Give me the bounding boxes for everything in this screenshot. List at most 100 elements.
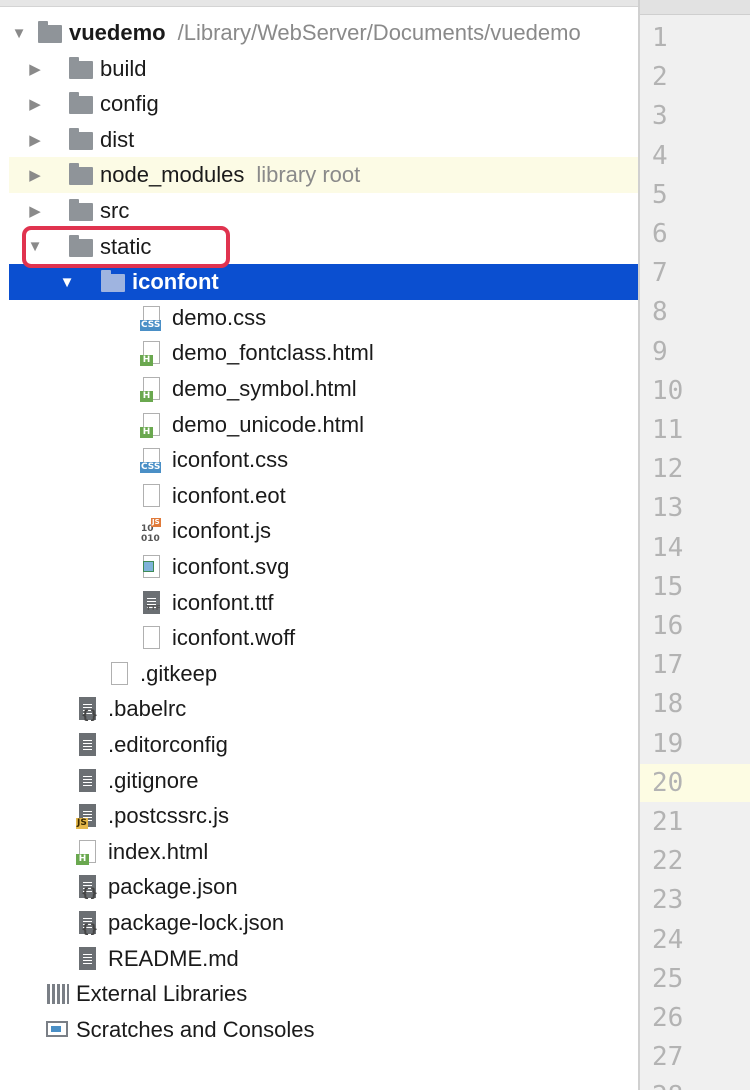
tree-item-label: static: [100, 233, 152, 259]
scratches-icon: [44, 1017, 70, 1043]
folder-icon: [68, 234, 94, 260]
js-binary-file-icon: 10 010 JS: [141, 518, 161, 545]
tree-item-label: demo.css: [172, 304, 267, 330]
tree-item-label: iconfont: [132, 269, 219, 295]
tree-item-label: package.json: [108, 874, 238, 900]
line-number: 14: [652, 532, 684, 563]
tree-root-vuedemo[interactable]: ▼ vuedemo /Library/WebServer/Documents/v…: [9, 15, 638, 51]
tree-item-note: library root: [256, 162, 361, 188]
tree-item[interactable]: README.md: [9, 941, 638, 977]
project-path: /Library/WebServer/Documents/vuedemo: [177, 20, 581, 45]
folder-icon: [100, 269, 126, 295]
tree-item[interactable]: Hdemo_fontclass.html: [9, 335, 638, 371]
tree-item[interactable]: .editorconfig: [9, 727, 638, 763]
tree-item[interactable]: {} package.json: [9, 869, 638, 905]
tree-item[interactable]: ▶ src: [9, 193, 638, 229]
tree-item-label: index.html: [108, 838, 209, 864]
tree-item[interactable]: CSS demo.css: [9, 300, 638, 336]
text-file-icon: [76, 768, 102, 794]
text-file-icon: [76, 946, 102, 972]
line-number: 13: [652, 493, 684, 524]
line-number: 11: [652, 415, 684, 445]
tree-item[interactable]: iconfont.svg: [9, 549, 638, 585]
tree-item[interactable]: External Libraries: [9, 976, 638, 1012]
expand-arrow-icon[interactable]: ▼: [57, 274, 77, 291]
tree-item-label: iconfont.css: [172, 447, 289, 473]
tree-item-label: External Libraries: [76, 981, 248, 1007]
tree-item-label: .editorconfig: [108, 732, 228, 757]
line-number: 7: [652, 258, 668, 289]
tree-item[interactable]: ▶ config: [9, 86, 638, 122]
tree-item-label: .gitkeep: [140, 660, 218, 686]
tree-item-label: .postcssrc.js: [108, 803, 230, 829]
json-file-icon: {}: [76, 910, 102, 936]
tree-item-label: iconfont.svg: [172, 554, 290, 579]
tree-item-label: build: [100, 55, 147, 81]
css-file-icon: CSS: [140, 305, 166, 331]
project-name: vuedemo: [69, 20, 166, 45]
expand-arrow-icon[interactable]: ▼: [25, 238, 45, 255]
tree-item-label: .gitignore: [108, 767, 199, 793]
tree-item-label: package-lock.json: [108, 910, 285, 935]
tree-item[interactable]: ▼ iconfont: [9, 264, 638, 301]
tree-item[interactable]: iconfont.woff: [9, 620, 638, 656]
tree-item[interactable]: ▼ static: [9, 229, 638, 265]
tree-item[interactable]: Hindex.html: [9, 834, 638, 870]
line-number: 9: [652, 336, 668, 367]
expand-arrow-icon[interactable]: ▶: [25, 166, 45, 184]
line-number: 16: [652, 611, 684, 641]
tree-item[interactable]: .gitkeep: [9, 656, 638, 692]
tree-item[interactable]: Scratches and Consoles: [9, 1012, 638, 1048]
line-number: 19: [652, 728, 684, 759]
line-number: 17: [652, 650, 684, 681]
tree-item[interactable]: Hdemo_unicode.html: [9, 407, 638, 443]
line-number: 22: [652, 846, 684, 877]
tree-item[interactable]: ▶ node_modules library root: [9, 157, 638, 194]
tree-item[interactable]: ▶ dist: [9, 122, 638, 158]
tree-item-label: dist: [100, 126, 135, 152]
file-icon: [140, 625, 166, 651]
folder-icon: [68, 91, 94, 117]
folder-icon: [68, 198, 94, 224]
json-file-icon: {}: [76, 696, 102, 722]
expand-arrow-icon[interactable]: ▶: [25, 202, 45, 220]
css-file-icon: CSS: [140, 447, 166, 474]
tree-item[interactable]: 10 010 JS iconfont.js: [9, 513, 638, 549]
editor-gutter: 1 2 3 4 5 6 7 8 9 10 11 12 13 14 15 16 17 18 19 20 21 22 23 24 2…: [638, 0, 750, 1090]
tree-item-label: README.md: [108, 945, 239, 971]
tree-item[interactable]: CSS iconfont.css: [9, 442, 638, 478]
tree-item[interactable]: .gitignore: [9, 763, 638, 799]
tree-item-label: node_modules: [100, 162, 245, 188]
libraries-icon: [44, 981, 70, 1007]
expand-arrow-icon[interactable]: ▶: [25, 95, 45, 113]
tree-item[interactable]: ▶ build: [9, 51, 638, 87]
line-number: 26: [652, 1003, 684, 1033]
line-number: 4: [652, 140, 668, 171]
tree-item[interactable]: {} .babelrc: [9, 691, 638, 727]
line-number: 21: [652, 807, 684, 837]
project-tree-panel: ▼ vuedemo /Library/WebServer/Documents/v…: [0, 0, 638, 1090]
tree-item[interactable]: TTF iconfont.ttf: [9, 585, 638, 621]
expand-arrow-icon[interactable]: ▼: [9, 25, 29, 42]
expand-arrow-icon[interactable]: ▶: [25, 60, 45, 78]
tree-item-label: src: [100, 198, 130, 223]
tree-item[interactable]: Hdemo_symbol.html: [9, 371, 638, 407]
tree-item-label: demo_fontclass.html: [172, 340, 374, 366]
line-number: 23: [652, 885, 684, 916]
tree-item-label: iconfont.js: [172, 518, 272, 544]
line-number: 12: [652, 454, 684, 485]
line-number: 3: [652, 101, 668, 132]
tree-item-label: .babelrc: [108, 696, 187, 722]
file-icon: [140, 483, 166, 509]
folder-icon: [68, 56, 94, 82]
folder-icon: [37, 20, 63, 46]
expand-arrow-icon[interactable]: ▶: [25, 131, 45, 149]
tree-item[interactable]: iconfont.eot: [9, 478, 638, 514]
text-file-icon: [76, 732, 102, 758]
tree-item-label: demo_symbol.html: [172, 376, 357, 401]
font-file-icon: TTF: [140, 590, 166, 616]
line-number: 20: [640, 763, 750, 802]
tree-item[interactable]: JS .postcssrc.js: [9, 798, 638, 834]
tree-item[interactable]: {} package-lock.json: [9, 905, 638, 941]
line-number: 27: [652, 1042, 684, 1073]
